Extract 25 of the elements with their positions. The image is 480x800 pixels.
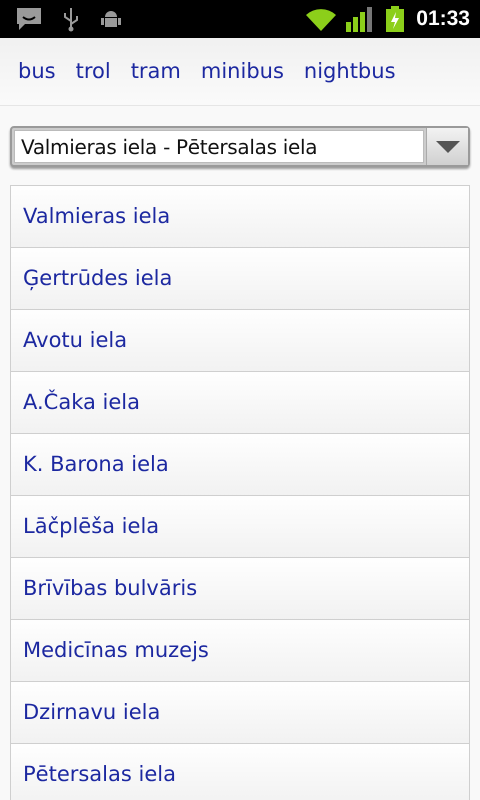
tab-link[interactable]: bus — [8, 52, 66, 92]
dropdown-button[interactable] — [426, 128, 468, 165]
stop-item[interactable]: Lāčplēša iela — [11, 496, 469, 558]
stop-item[interactable]: Valmieras iela — [11, 186, 469, 248]
stop-item[interactable]: Medicīnas muzejs — [11, 620, 469, 682]
message-icon — [16, 7, 42, 31]
stop-item[interactable]: Dzirnavu iela — [11, 682, 469, 744]
stop-item[interactable]: Avotu iela — [11, 310, 469, 372]
wifi-icon — [306, 7, 336, 31]
caret-icon — [436, 140, 460, 152]
tab-link[interactable]: trol — [66, 52, 121, 92]
usb-icon — [62, 6, 80, 32]
clock: 01:33 — [416, 6, 470, 32]
stop-item[interactable]: Brīvības bulvāris — [11, 558, 469, 620]
battery-icon — [386, 6, 404, 32]
tab-link[interactable]: minibus — [190, 52, 294, 92]
stop-item[interactable]: Ģertrūdes iela — [11, 248, 469, 310]
tab-link[interactable]: tram — [120, 52, 191, 92]
android-icon — [100, 8, 122, 30]
stop-item[interactable]: Pētersalas iela — [11, 744, 469, 800]
stop-item[interactable]: K. Barona iela — [11, 434, 469, 496]
stop-item[interactable]: A.Čaka iela — [11, 372, 469, 434]
tab-link[interactable]: nightbus — [294, 52, 406, 92]
signal-icon — [344, 6, 372, 32]
route-dropdown[interactable]: Valmieras iela - Pētersalas iela — [10, 126, 470, 167]
